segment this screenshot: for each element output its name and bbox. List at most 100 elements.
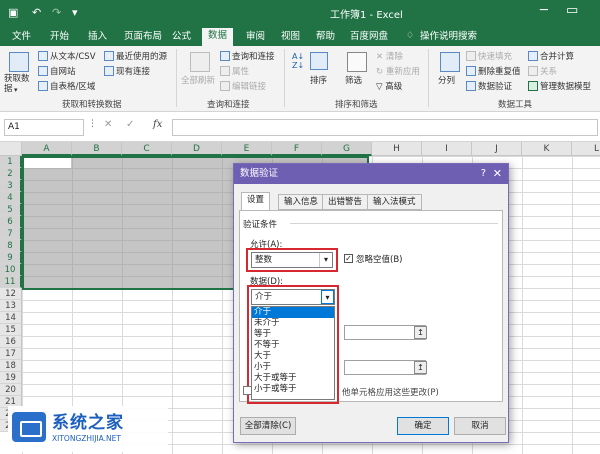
row-header[interactable]: 13 bbox=[0, 300, 22, 312]
sort-az-icon[interactable]: A↓ Z↓ bbox=[292, 52, 304, 70]
tab-page-layout[interactable]: 页面布局 bbox=[118, 29, 168, 46]
row-header[interactable]: 2 bbox=[0, 168, 22, 180]
cancel-button[interactable]: 取消 bbox=[454, 417, 506, 435]
from-web-button[interactable]: 自网站 bbox=[38, 65, 76, 77]
reapply-button[interactable]: ↻ 重新应用 bbox=[376, 65, 420, 77]
tab-formulas[interactable]: 公式 bbox=[166, 29, 197, 46]
customize-qat-icon[interactable]: ▾ bbox=[72, 6, 78, 19]
row-header[interactable]: 1 bbox=[0, 156, 22, 168]
tab-view[interactable]: 视图 bbox=[275, 29, 306, 46]
redo-icon[interactable]: ↷ bbox=[52, 6, 61, 19]
tab-settings[interactable]: 设置 bbox=[241, 192, 271, 211]
row-header[interactable]: 16 bbox=[0, 336, 22, 348]
advanced-filter-label: 高级 bbox=[385, 82, 403, 92]
row-header[interactable]: 4 bbox=[0, 192, 22, 204]
column-header[interactable]: L bbox=[572, 142, 600, 156]
row-header[interactable]: 19 bbox=[0, 372, 22, 384]
queries-connections-button[interactable]: 查询和连接 bbox=[220, 50, 275, 62]
row-header[interactable]: 12 bbox=[0, 288, 22, 300]
row-header[interactable]: 17 bbox=[0, 348, 22, 360]
column-header[interactable]: G bbox=[322, 142, 372, 156]
from-text-button[interactable]: 从文本/CSV bbox=[38, 50, 96, 62]
row-header[interactable]: 8 bbox=[0, 240, 22, 252]
sort-button[interactable]: 排序 bbox=[310, 74, 327, 86]
row-header[interactable]: 20 bbox=[0, 384, 22, 396]
tab-insert[interactable]: 插入 bbox=[82, 29, 113, 46]
name-box[interactable]: A1 bbox=[4, 119, 84, 136]
row-header[interactable]: 15 bbox=[0, 324, 22, 336]
data-validation-button[interactable]: 数据验证 bbox=[466, 80, 512, 92]
advanced-filter-button[interactable]: ▽ 高级 bbox=[376, 80, 402, 92]
tab-baidu-netdisk[interactable]: 百度网盘 bbox=[344, 29, 394, 46]
clear-filter-button[interactable]: ✕ 清除 bbox=[376, 50, 403, 62]
close-icon[interactable]: ✕ bbox=[493, 164, 502, 184]
apply-all-checkbox[interactable] bbox=[243, 386, 252, 395]
range-picker-icon[interactable]: ↥ bbox=[414, 361, 427, 374]
remove-duplicates-button[interactable]: 删除重复值 bbox=[466, 65, 521, 77]
manage-data-model-button[interactable]: 管理数据模型 bbox=[528, 80, 591, 92]
tab-home[interactable]: 开始 bbox=[44, 29, 75, 46]
row-header[interactable]: 5 bbox=[0, 204, 22, 216]
relationships-button[interactable]: 关系 bbox=[528, 65, 557, 77]
from-table-button[interactable]: 自表格/区域 bbox=[38, 80, 95, 92]
row-header[interactable]: 7 bbox=[0, 228, 22, 240]
range-picker-icon[interactable]: ↥ bbox=[414, 326, 427, 339]
recent-sources-button[interactable]: 最近使用的源 bbox=[104, 50, 167, 62]
restore-icon[interactable]: ▭ bbox=[566, 3, 578, 18]
consolidate-label: 合并计算 bbox=[540, 52, 575, 62]
tab-data[interactable]: 数据 bbox=[202, 28, 234, 46]
flash-fill-button[interactable]: 快速填充 bbox=[466, 50, 512, 62]
existing-connections-button[interactable]: 现有连接 bbox=[104, 65, 150, 77]
row-header[interactable]: 9 bbox=[0, 252, 22, 264]
refresh-all-button[interactable]: 全部刷新 bbox=[181, 74, 215, 86]
cancel-entry-icon[interactable]: ✕ bbox=[104, 119, 112, 130]
column-header[interactable]: C bbox=[122, 142, 172, 156]
tab-ime-mode[interactable]: 输入法模式 bbox=[367, 194, 422, 210]
column-header[interactable]: K bbox=[522, 142, 572, 156]
edit-links-button[interactable]: 编辑链接 bbox=[220, 80, 266, 92]
help-icon[interactable]: ? bbox=[481, 164, 486, 184]
row-header[interactable]: 3 bbox=[0, 180, 22, 192]
undo-icon[interactable]: ↶ bbox=[32, 6, 41, 19]
column-header[interactable]: A bbox=[22, 142, 72, 156]
formula-input[interactable] bbox=[172, 119, 598, 136]
column-header[interactable]: H bbox=[372, 142, 422, 156]
column-header[interactable]: I bbox=[422, 142, 472, 156]
row-header[interactable]: 10 bbox=[0, 264, 22, 276]
ignore-blank-checkbox[interactable]: ✓ bbox=[344, 254, 353, 263]
tab-review[interactable]: 审阅 bbox=[240, 29, 271, 46]
get-data-button[interactable]: 获取数据 bbox=[4, 74, 34, 94]
column-header[interactable]: D bbox=[172, 142, 222, 156]
reapply-label: 重新应用 bbox=[385, 67, 420, 77]
filter-button[interactable]: 筛选 bbox=[345, 74, 362, 86]
tell-me-search[interactable]: 操作说明搜索 bbox=[414, 29, 483, 46]
consolidate-button[interactable]: 合并计算 bbox=[528, 50, 574, 62]
select-all-corner[interactable] bbox=[0, 142, 22, 156]
clear-icon: ✕ bbox=[376, 52, 386, 62]
row-header[interactable]: 14 bbox=[0, 312, 22, 324]
ok-button[interactable]: 确定 bbox=[397, 417, 449, 435]
tab-help[interactable]: 帮助 bbox=[310, 29, 341, 46]
minimize-icon[interactable]: ─ bbox=[540, 3, 548, 18]
properties-button[interactable]: 属性 bbox=[220, 65, 249, 77]
chevron-down-icon: ▾ bbox=[14, 86, 18, 94]
text-to-columns-button[interactable]: 分列 bbox=[438, 74, 455, 86]
tab-error-alert[interactable]: 出错警告 bbox=[322, 194, 369, 210]
row-header[interactable]: 11 bbox=[0, 276, 22, 288]
confirm-entry-icon[interactable]: ✓ bbox=[126, 119, 134, 130]
ignore-blank-label: 忽略空值(B) bbox=[356, 255, 403, 265]
column-header[interactable]: F bbox=[272, 142, 322, 156]
row-header[interactable]: 18 bbox=[0, 360, 22, 372]
column-header[interactable]: B bbox=[72, 142, 122, 156]
save-icon[interactable]: ▣ bbox=[8, 6, 18, 19]
title-bar: ▣ ↶ ↷ ▾ 工作簿1 - Excel ─ ▭ bbox=[0, 0, 600, 26]
text-file-icon bbox=[38, 51, 48, 61]
clear-all-button[interactable]: 全部清除(C) bbox=[240, 417, 296, 435]
column-header[interactable]: E bbox=[222, 142, 272, 156]
insert-function-icon[interactable]: fx bbox=[153, 119, 162, 130]
active-cell[interactable] bbox=[24, 158, 71, 168]
row-header[interactable]: 6 bbox=[0, 216, 22, 228]
column-header[interactable]: J bbox=[472, 142, 522, 156]
tab-file[interactable]: 文件 bbox=[6, 29, 37, 46]
tab-input-message[interactable]: 输入信息 bbox=[278, 194, 325, 210]
